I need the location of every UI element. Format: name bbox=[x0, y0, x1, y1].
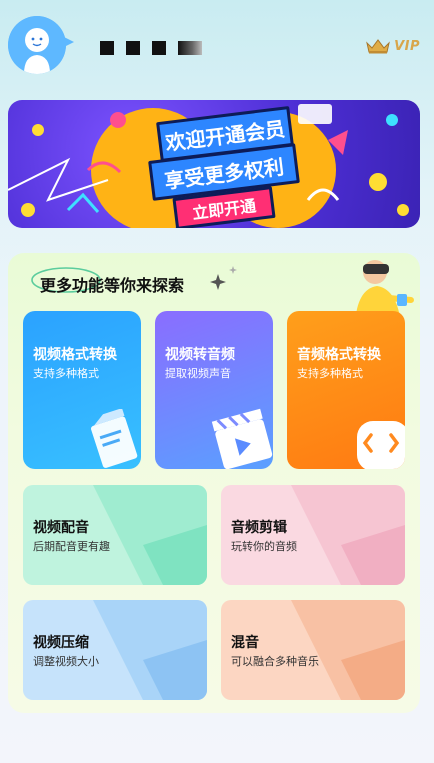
avatar-face-icon bbox=[8, 16, 66, 74]
feature-card-title: 视频配音 bbox=[33, 520, 89, 536]
redaction-block bbox=[152, 41, 166, 55]
feature-card-video-to-audio[interactable]: 视频转音频 提取视频声音 bbox=[155, 311, 273, 469]
feature-card-title: 音频格式转换 bbox=[297, 347, 381, 363]
feature-card-title: 视频格式转换 bbox=[33, 347, 117, 363]
redaction-block bbox=[100, 41, 114, 55]
feature-card-video-compress[interactable]: 视频压缩 调整视频大小 bbox=[23, 600, 207, 700]
sparkle-icon bbox=[210, 266, 237, 290]
clapperboard-icon bbox=[211, 408, 273, 469]
feature-card-subtitle: 支持多种格式 bbox=[33, 367, 99, 380]
avatar-pointer bbox=[62, 36, 74, 48]
feature-card-title: 视频转音频 bbox=[165, 347, 235, 363]
feature-card-audio-edit[interactable]: 音频剪辑 玩转你的音频 bbox=[221, 485, 405, 585]
user-name-redacted bbox=[100, 40, 202, 56]
document-icon bbox=[91, 409, 138, 468]
audio-waves-icon bbox=[357, 421, 405, 469]
feature-card-mixing[interactable]: 混音 可以融合多种音乐 bbox=[221, 600, 405, 700]
feature-card-subtitle: 提取视频声音 bbox=[165, 367, 231, 380]
vip-label: VIP bbox=[394, 38, 420, 54]
feature-card-title: 音频剪辑 bbox=[231, 520, 287, 536]
feature-card-subtitle: 玩转你的音频 bbox=[231, 540, 297, 553]
redaction-block bbox=[178, 41, 202, 55]
feature-card-subtitle: 支持多种格式 bbox=[297, 367, 363, 380]
crown-icon bbox=[366, 39, 390, 54]
feature-card-video-dubbing[interactable]: 视频配音 后期配音更有趣 bbox=[23, 485, 207, 585]
feature-card-audio-format[interactable]: 音频格式转换 支持多种格式 bbox=[287, 311, 405, 469]
feature-card-subtitle: 可以融合多种音乐 bbox=[231, 655, 319, 668]
avatar[interactable] bbox=[8, 16, 66, 74]
feature-card-subtitle: 后期配音更有趣 bbox=[33, 540, 110, 553]
redaction-block bbox=[126, 41, 140, 55]
membership-banner[interactable]: 欢迎开通会员 享受更多权利 立即开通 bbox=[8, 100, 420, 228]
feature-card-video-format[interactable]: 视频格式转换 支持多种格式 bbox=[23, 311, 141, 469]
feature-card-title: 混音 bbox=[231, 635, 259, 651]
feature-card-title: 视频压缩 bbox=[33, 635, 89, 651]
features-title: 更多功能等你来探索 bbox=[40, 276, 185, 295]
vip-badge[interactable]: VIP bbox=[365, 38, 420, 54]
feature-card-subtitle: 调整视频大小 bbox=[33, 655, 99, 668]
